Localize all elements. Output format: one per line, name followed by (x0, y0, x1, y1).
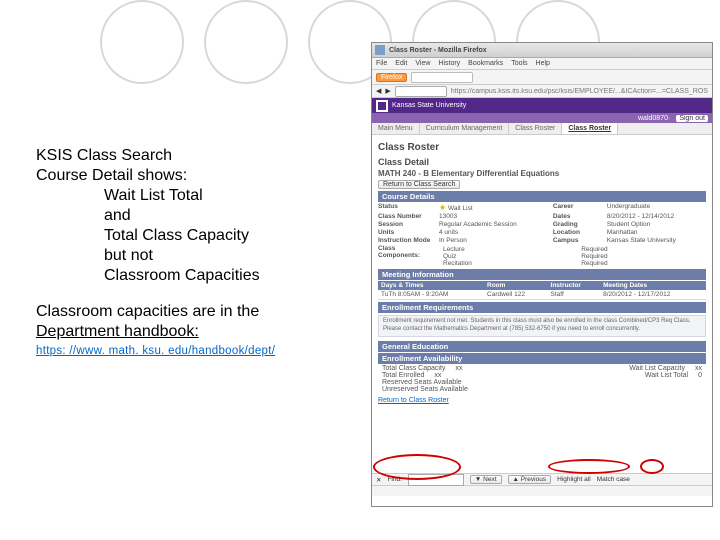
handbook-link[interactable]: Department handbook: (36, 323, 199, 340)
enrollment-availability: Total Class Capacityxx Wait List Capacit… (378, 365, 706, 393)
page-body: Class Roster Class Detail MATH 240 - B E… (372, 135, 712, 407)
back-icon[interactable]: ◀ (376, 87, 381, 95)
sub-title: Class Detail (378, 157, 706, 167)
crumb[interactable]: Main Menu (372, 123, 420, 134)
menu-item[interactable]: History (438, 60, 460, 67)
annotation-circle (548, 459, 630, 474)
section-header-details: Course Details (378, 191, 706, 202)
meeting-table: Days & Times Room Instructor Meeting Dat… (378, 281, 706, 300)
slide-bullet: but not (104, 246, 356, 266)
url-bar: ◀ ▶ https://campus.ksis.its.ksu.edu/psc/… (372, 85, 712, 98)
menu-item[interactable]: Edit (395, 60, 407, 67)
capacities-line: Classroom capacities are in the Departme… (36, 302, 356, 342)
table-row: TuTh 8:05AM - 9:20AM Cardwell 122 Staff … (378, 290, 706, 300)
breadcrumb-tabs: Main Menu Curriculum Management Class Ro… (372, 123, 712, 135)
username: wald0870 (638, 115, 668, 122)
sign-bar: wald0870 · Sign out (372, 113, 712, 123)
slide-title: KSIS Class Search (36, 146, 356, 166)
ksu-header: Kansas State University (372, 98, 712, 113)
window-titlebar: Class Roster - Mozilla Firefox (372, 43, 712, 58)
return-button[interactable]: Return to Class Search (378, 180, 460, 189)
slide-bullet: Wait List Total (104, 186, 356, 206)
favorites-box[interactable] (395, 86, 447, 97)
menu-item[interactable]: Bookmarks (468, 60, 503, 67)
course-title: MATH 240 - B Elementary Differential Equ… (378, 169, 706, 178)
enrollment-req-text: Enrollment requirement not met. Students… (378, 315, 706, 337)
menu-item[interactable]: Tools (511, 60, 527, 67)
section-header-meeting: Meeting Information (378, 269, 706, 280)
menu-item[interactable]: Help (536, 60, 550, 67)
prev-button[interactable]: ▲ Previous (508, 475, 552, 484)
next-button[interactable]: ▼ Next (470, 475, 502, 484)
crumb[interactable]: Class Roster (509, 123, 562, 134)
section-header-enroll-req: Enrollment Requirements (378, 302, 706, 313)
slide-subtitle: Course Detail shows: (36, 166, 356, 186)
browser-screenshot: Class Roster - Mozilla Firefox File Edit… (371, 42, 713, 507)
annotation-circle (373, 454, 461, 480)
crumb[interactable]: Class Roster (562, 123, 618, 134)
course-details-grid: Status ★ Wait List CareerUndergraduate C… (378, 203, 706, 267)
circle (100, 0, 184, 84)
return-roster-link[interactable]: Return to Class Roster (378, 397, 706, 404)
close-icon[interactable]: ✕ (376, 476, 381, 484)
slide-text: KSIS Class Search Course Detail shows: W… (36, 146, 356, 358)
slide-bullet: and (104, 206, 356, 226)
crumb[interactable]: Curriculum Management (420, 123, 510, 134)
ksu-logo-icon (376, 100, 388, 112)
page-title: Class Roster (378, 142, 706, 153)
address-field[interactable]: https://campus.ksis.its.ksu.edu/psc/ksis… (451, 88, 708, 95)
status-bar (372, 485, 712, 496)
university-name: Kansas State University (392, 102, 466, 109)
firefox-button[interactable]: Firefox (376, 73, 407, 82)
circle (204, 0, 288, 84)
annotation-circle (640, 459, 664, 474)
section-header-gened: General Education (378, 341, 706, 352)
app-icon (375, 45, 385, 55)
tab[interactable] (411, 72, 473, 83)
handbook-url[interactable]: https: //www. math. ksu. edu/handbook/de… (36, 344, 356, 358)
slide-bullet: Classroom Capacities (104, 266, 356, 286)
waitlist-star-icon: ★ (439, 203, 446, 212)
tab-bar: Firefox (372, 70, 712, 85)
forward-icon[interactable]: ▶ (385, 87, 390, 95)
section-header-enroll-avail: Enrollment Availability (378, 353, 706, 364)
menu-bar: File Edit View History Bookmarks Tools H… (372, 58, 712, 70)
slide-bullet: Total Class Capacity (104, 226, 356, 246)
menu-item[interactable]: File (376, 60, 387, 67)
sep: · (668, 115, 670, 122)
signout-button[interactable]: Sign out (676, 115, 708, 122)
menu-item[interactable]: View (415, 60, 430, 67)
